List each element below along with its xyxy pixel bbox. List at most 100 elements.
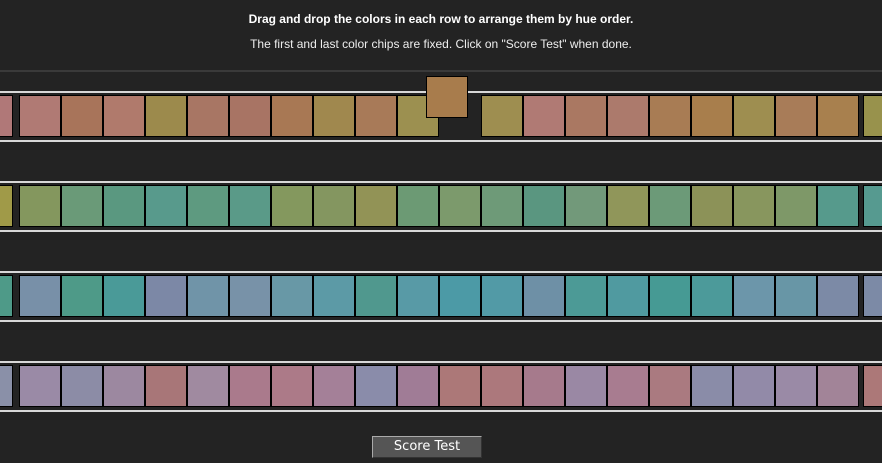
color-chip[interactable]	[103, 185, 145, 227]
color-chip[interactable]	[313, 275, 355, 317]
color-chip[interactable]	[187, 95, 229, 137]
color-chip[interactable]	[355, 95, 397, 137]
color-chip[interactable]	[691, 185, 733, 227]
row-rail	[0, 91, 426, 93]
color-chip[interactable]	[61, 365, 103, 407]
row-rail	[468, 91, 882, 93]
color-chip[interactable]	[187, 185, 229, 227]
divider	[0, 70, 882, 72]
color-chip[interactable]	[607, 275, 649, 317]
color-chip[interactable]	[607, 185, 649, 227]
color-chip[interactable]	[607, 365, 649, 407]
row-rail	[0, 320, 882, 322]
color-row-2	[0, 181, 882, 232]
color-chip[interactable]	[271, 365, 313, 407]
fixed-chip-right	[863, 275, 882, 317]
color-chip[interactable]	[19, 95, 61, 137]
color-chip[interactable]	[817, 95, 859, 137]
color-chip[interactable]	[313, 365, 355, 407]
color-chip[interactable]	[187, 275, 229, 317]
row-rail	[0, 140, 882, 142]
color-chip[interactable]	[481, 95, 523, 137]
color-chip[interactable]	[145, 275, 187, 317]
color-chip[interactable]	[145, 365, 187, 407]
color-chip[interactable]	[565, 275, 607, 317]
color-chip[interactable]	[313, 95, 355, 137]
color-chip[interactable]	[229, 365, 271, 407]
row-rail	[0, 361, 882, 363]
fixed-chip-left	[0, 365, 13, 407]
color-chip[interactable]	[397, 275, 439, 317]
color-chip[interactable]	[733, 365, 775, 407]
color-chip[interactable]	[271, 275, 313, 317]
color-chip[interactable]	[733, 275, 775, 317]
color-chip[interactable]	[19, 365, 61, 407]
color-chip[interactable]	[439, 365, 481, 407]
color-chip[interactable]	[649, 365, 691, 407]
color-chip[interactable]	[565, 365, 607, 407]
color-chip[interactable]	[481, 275, 523, 317]
fixed-chip-left	[0, 185, 13, 227]
color-chip[interactable]	[103, 365, 145, 407]
color-chip[interactable]	[649, 275, 691, 317]
color-chip[interactable]	[271, 185, 313, 227]
color-chip[interactable]	[145, 185, 187, 227]
color-chip[interactable]	[61, 275, 103, 317]
fixed-chip-left	[0, 275, 13, 317]
color-chip[interactable]	[817, 365, 859, 407]
color-chip[interactable]	[775, 365, 817, 407]
color-chip[interactable]	[145, 95, 187, 137]
color-chip[interactable]	[103, 275, 145, 317]
color-chip[interactable]	[187, 365, 229, 407]
color-chip[interactable]	[817, 275, 859, 317]
fixed-chip-right	[863, 365, 882, 407]
color-chip[interactable]	[397, 185, 439, 227]
color-chip[interactable]	[229, 275, 271, 317]
dragged-color-chip[interactable]	[426, 76, 468, 118]
color-chip[interactable]	[523, 95, 565, 137]
color-chip[interactable]	[817, 185, 859, 227]
row-rail	[0, 410, 882, 412]
color-chip[interactable]	[733, 95, 775, 137]
color-row-3	[0, 271, 882, 322]
color-chip[interactable]	[649, 95, 691, 137]
color-chip[interactable]	[775, 95, 817, 137]
color-chip[interactable]	[229, 185, 271, 227]
instructions-title: Drag and drop the colors in each row to …	[248, 12, 634, 26]
color-chip[interactable]	[61, 95, 103, 137]
color-chip[interactable]	[61, 185, 103, 227]
color-chip[interactable]	[523, 275, 565, 317]
color-chip[interactable]	[607, 95, 649, 137]
color-chip[interactable]	[19, 275, 61, 317]
color-chip[interactable]	[355, 365, 397, 407]
color-chip[interactable]	[19, 185, 61, 227]
fixed-chip-left	[0, 95, 13, 137]
color-chip[interactable]	[229, 95, 271, 137]
color-chip[interactable]	[775, 185, 817, 227]
score-test-button[interactable]: Score Test	[372, 436, 482, 458]
row-rail	[0, 230, 882, 232]
color-chip[interactable]	[565, 185, 607, 227]
color-chip[interactable]	[355, 185, 397, 227]
color-chip[interactable]	[775, 275, 817, 317]
color-chip[interactable]	[397, 365, 439, 407]
color-chip[interactable]	[565, 95, 607, 137]
fixed-chip-right	[863, 95, 882, 137]
color-chip[interactable]	[733, 185, 775, 227]
color-chip[interactable]	[103, 95, 145, 137]
color-chip[interactable]	[523, 365, 565, 407]
color-chip[interactable]	[481, 365, 523, 407]
color-chip[interactable]	[649, 185, 691, 227]
color-chip[interactable]	[439, 275, 481, 317]
color-chip[interactable]	[313, 185, 355, 227]
color-chip[interactable]	[355, 275, 397, 317]
color-chip[interactable]	[523, 185, 565, 227]
color-chip[interactable]	[691, 95, 733, 137]
color-chip[interactable]	[691, 365, 733, 407]
color-row-4	[0, 361, 882, 412]
color-chip[interactable]	[481, 185, 523, 227]
fixed-chip-right	[863, 185, 882, 227]
color-chip[interactable]	[691, 275, 733, 317]
color-chip[interactable]	[271, 95, 313, 137]
color-chip[interactable]	[439, 185, 481, 227]
